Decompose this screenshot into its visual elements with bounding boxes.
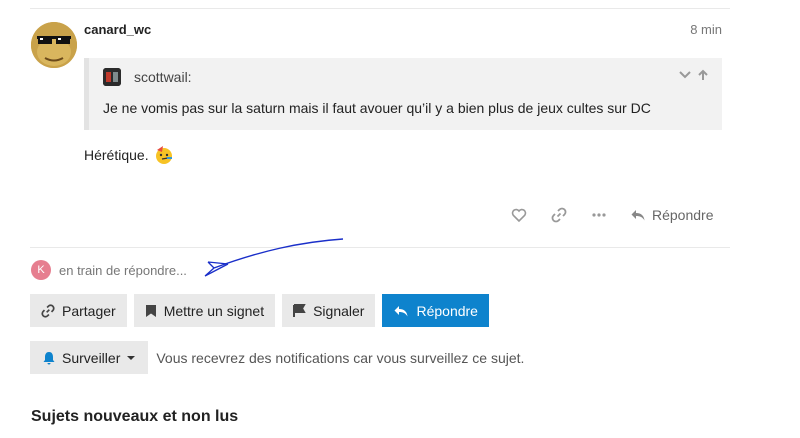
- reply-label: Répondre: [416, 302, 478, 319]
- post-timestamp[interactable]: 8 min: [660, 22, 722, 37]
- bookmark-button[interactable]: Mettre un signet: [133, 294, 276, 327]
- flag-icon: [293, 303, 306, 317]
- notification-description: Vous recevrez des notifications car vous…: [156, 349, 525, 366]
- chevron-down-icon[interactable]: [678, 68, 692, 82]
- user-avatar[interactable]: [31, 22, 77, 68]
- post-text: Hérétique.: [84, 147, 149, 163]
- typing-text: en train de répondre...: [59, 262, 187, 278]
- quote-block: scottwail: Je ne vomis pas sur la saturn…: [84, 58, 722, 130]
- notification-level-label: Surveiller: [62, 349, 121, 366]
- suggested-topics-title: Sujets nouveaux et non lus: [31, 408, 239, 425]
- bookmark-icon: [145, 304, 156, 317]
- notification-level-dropdown[interactable]: Surveiller: [30, 341, 149, 374]
- quote-author-avatar[interactable]: [103, 68, 121, 86]
- share-label: Partager: [62, 302, 116, 319]
- post-reply-label: Répondre: [652, 207, 714, 223]
- topic-page: canard_wc 8 min scottwail: Je ne vomis p…: [0, 0, 800, 438]
- notification-controls: Surveiller Vous recevrez des notificatio…: [30, 341, 524, 374]
- quote-text: Je ne vomis pas sur la saturn mais il fa…: [103, 100, 651, 116]
- bell-icon: [43, 351, 55, 364]
- post-username[interactable]: canard_wc: [84, 22, 151, 37]
- reply-icon: [631, 210, 645, 221]
- post-body: Hérétique.: [84, 145, 174, 165]
- quote-controls: [678, 68, 710, 82]
- arrow-up-icon[interactable]: [696, 68, 710, 82]
- link-icon: [41, 303, 55, 318]
- post-actions: Répondre: [508, 204, 714, 226]
- flag-button[interactable]: Signaler: [282, 294, 376, 327]
- divider: [30, 247, 730, 248]
- heart-icon[interactable]: [508, 204, 530, 226]
- reply-button[interactable]: Répondre: [382, 294, 489, 327]
- typing-indicator: K en train de répondre...: [31, 260, 187, 280]
- divider: [30, 8, 730, 9]
- bookmark-label: Mettre un signet: [163, 302, 265, 319]
- party-face-emoji-icon: [154, 145, 174, 165]
- share-button[interactable]: Partager: [30, 294, 127, 327]
- typing-user-avatar: K: [31, 260, 51, 280]
- quote-author: scottwail:: [134, 69, 192, 85]
- more-icon[interactable]: [588, 204, 610, 226]
- post-reply-button[interactable]: Répondre: [630, 207, 714, 223]
- caret-down-icon: [127, 355, 136, 360]
- reply-icon: [394, 305, 408, 316]
- topic-footer-buttons: Partager Mettre un signet Signaler Répon…: [30, 294, 489, 327]
- link-icon[interactable]: [548, 204, 570, 226]
- flag-label: Signaler: [313, 302, 365, 319]
